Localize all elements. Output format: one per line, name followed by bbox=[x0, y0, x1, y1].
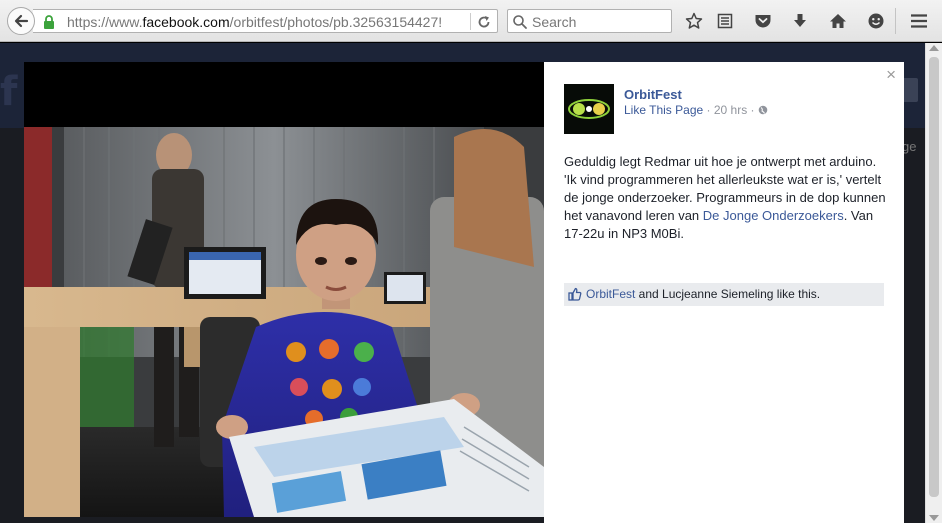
hamburger-menu-icon bbox=[911, 14, 927, 28]
star-icon bbox=[685, 12, 703, 29]
page-avatar[interactable] bbox=[564, 84, 614, 134]
menu-button[interactable] bbox=[908, 10, 930, 32]
scroll-down-arrow-icon[interactable] bbox=[929, 515, 939, 521]
lock-icon bbox=[44, 15, 54, 29]
search-icon bbox=[513, 15, 527, 29]
likes-summary: OrbitFest and Lucjeanne Siemeling like t… bbox=[564, 283, 884, 306]
facebook-logo: f bbox=[0, 69, 18, 115]
account-button[interactable] bbox=[865, 10, 887, 32]
back-button[interactable] bbox=[7, 7, 35, 35]
meta-separator-2: · bbox=[747, 103, 758, 117]
url-prefix: https://www. bbox=[67, 14, 143, 30]
scroll-thumb[interactable] bbox=[929, 57, 939, 497]
scroll-up-arrow-icon[interactable] bbox=[929, 45, 939, 51]
photo[interactable] bbox=[24, 127, 544, 517]
post-meta: Like This Page · 20 hrs · bbox=[624, 103, 768, 117]
back-arrow-icon bbox=[14, 14, 29, 28]
mention-link[interactable]: De Jonge Onderzoekers bbox=[703, 208, 844, 223]
reload-icon bbox=[478, 16, 490, 28]
liker-link[interactable]: OrbitFest bbox=[586, 287, 635, 301]
reading-list-icon bbox=[717, 13, 733, 29]
photo-details-panel: × OrbitFest Like This Page · 20 hrs · Ge… bbox=[544, 62, 904, 523]
page-scrollbar[interactable] bbox=[925, 43, 942, 523]
page-viewport: f ge × OrbitFest Like This Page · 20 hrs… bbox=[0, 43, 942, 523]
toolbar-separator bbox=[895, 8, 896, 34]
like-page-link[interactable]: Like This Page bbox=[624, 103, 703, 117]
downloads-button[interactable] bbox=[789, 10, 811, 32]
post-caption: Geduldig legt Redmar uit hoe je ontwerpt… bbox=[564, 153, 889, 243]
bookmark-star-button[interactable] bbox=[683, 10, 705, 32]
home-icon bbox=[830, 14, 846, 28]
likes-text: and Lucjeanne Siemeling like this. bbox=[635, 287, 821, 301]
url-path: /orbitfest/photos/pb.32563154427! bbox=[229, 14, 443, 30]
home-button[interactable] bbox=[827, 10, 849, 32]
photo-image bbox=[24, 127, 544, 517]
search-input[interactable]: Search bbox=[532, 14, 576, 30]
post-timestamp[interactable]: 20 hrs bbox=[714, 103, 747, 117]
reload-button[interactable] bbox=[473, 13, 495, 31]
orbitfest-logo-image bbox=[564, 84, 614, 134]
close-button[interactable]: × bbox=[886, 66, 896, 83]
url-separator bbox=[470, 13, 471, 30]
smiley-icon bbox=[868, 13, 884, 29]
reading-list-button[interactable] bbox=[714, 10, 736, 32]
url-bar[interactable]: https://www.facebook.com/orbitfest/photo… bbox=[33, 9, 498, 33]
photo-stage[interactable] bbox=[24, 62, 544, 517]
globe-icon bbox=[758, 105, 768, 115]
browser-toolbar: https://www.facebook.com/orbitfest/photo… bbox=[0, 0, 942, 42]
meta-separator: · bbox=[703, 103, 714, 117]
url-host: facebook.com bbox=[142, 14, 230, 30]
page-name-link[interactable]: OrbitFest bbox=[624, 87, 682, 102]
dimmed-side-text: ge bbox=[902, 139, 917, 154]
download-arrow-icon bbox=[794, 14, 806, 27]
pocket-button[interactable] bbox=[752, 10, 774, 32]
search-bar[interactable]: Search bbox=[507, 9, 672, 33]
like-thumb-icon bbox=[568, 287, 582, 301]
url-text[interactable]: https://www.facebook.com/orbitfest/photo… bbox=[67, 14, 459, 30]
pocket-icon bbox=[755, 15, 771, 28]
